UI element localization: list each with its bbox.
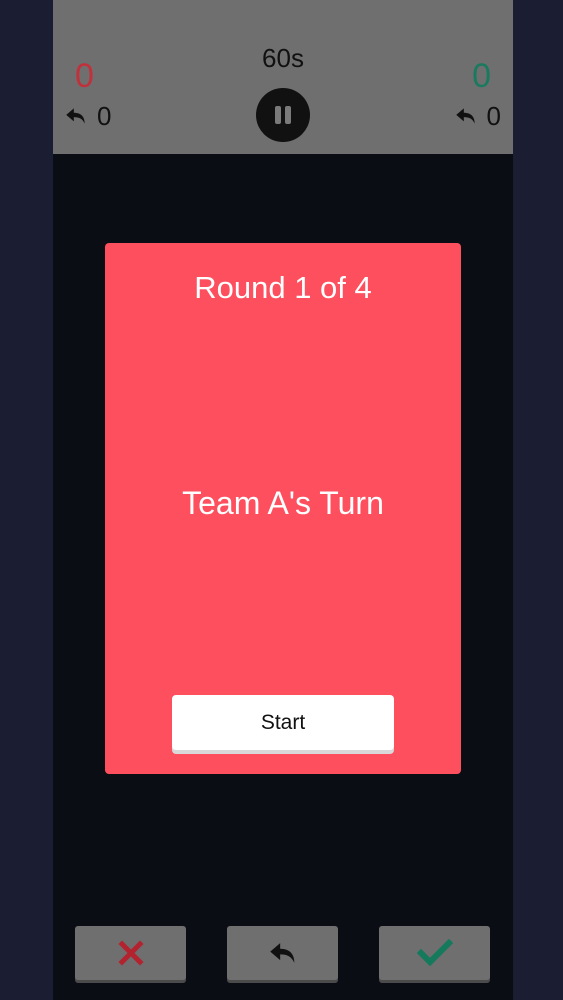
checkmark-icon [416,939,453,967]
team-b-score: 0 [472,57,491,95]
undo-arrow-icon [269,943,294,963]
pause-button[interactable] [256,88,310,142]
round-label: Round 1 of 4 [194,270,372,305]
correct-button[interactable] [379,926,490,980]
x-icon [117,940,144,966]
team-b-undo-count: 0 [453,102,501,130]
turn-label: Team A's Turn [182,485,384,521]
undo-button[interactable] [227,926,338,980]
scoreboard-bar: 0 0 60s 0 0 [53,0,513,154]
team-a-undo-count: 0 [63,102,111,130]
team-a-undo-value: 0 [97,101,112,131]
team-b-undo-value: 0 [486,101,501,131]
undo-arrow-icon [66,108,85,124]
undo-arrow-icon [455,108,475,124]
game-screen: 0 0 60s 0 0 Round 1 of 4 Team A's Turn S… [53,0,513,1000]
pause-icon [275,106,281,124]
timer-label: 60s [262,43,304,73]
wrong-button[interactable] [75,926,186,980]
turn-card: Round 1 of 4 Team A's Turn Start [105,243,461,774]
start-button[interactable]: Start [172,695,394,750]
